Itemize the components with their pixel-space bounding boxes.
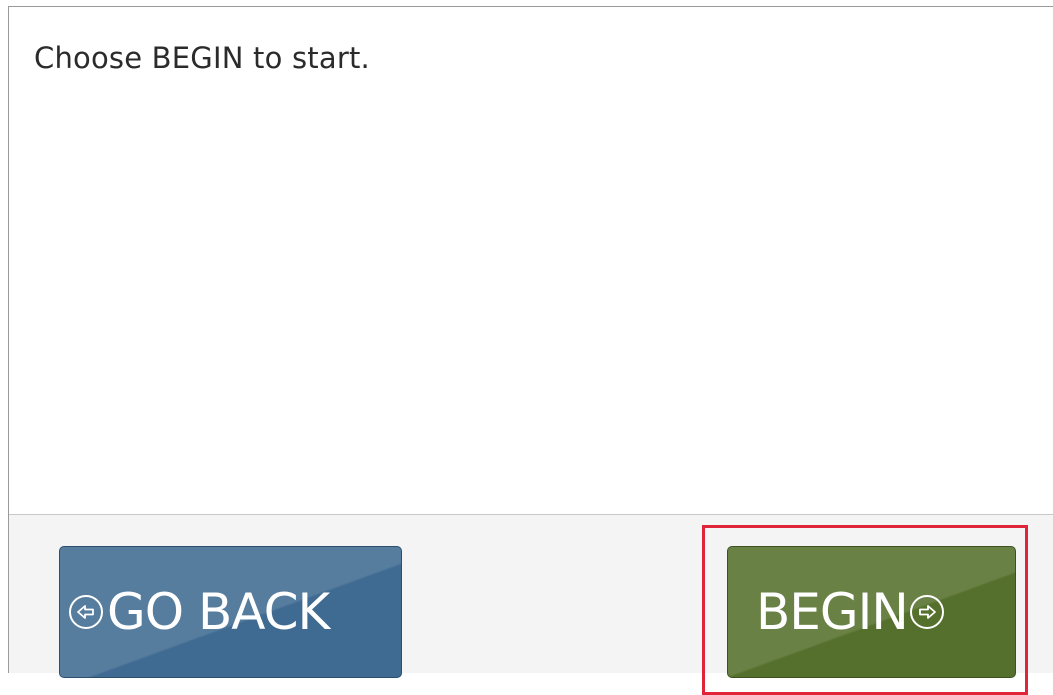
app-frame: Choose BEGIN to start. GO BACK BEGIN: [8, 6, 1053, 695]
begin-button[interactable]: BEGIN: [727, 546, 1016, 678]
arrow-right-circle-icon: [909, 595, 944, 629]
navigation-footer: GO BACK BEGIN: [9, 514, 1053, 695]
instruction-text: Choose BEGIN to start.: [34, 41, 370, 75]
arrow-left-circle-icon: [69, 595, 103, 629]
go-back-button[interactable]: GO BACK: [59, 546, 402, 678]
begin-label: BEGIN: [756, 583, 909, 641]
go-back-label: GO BACK: [107, 583, 330, 641]
content-area: Choose BEGIN to start.: [9, 7, 1053, 514]
